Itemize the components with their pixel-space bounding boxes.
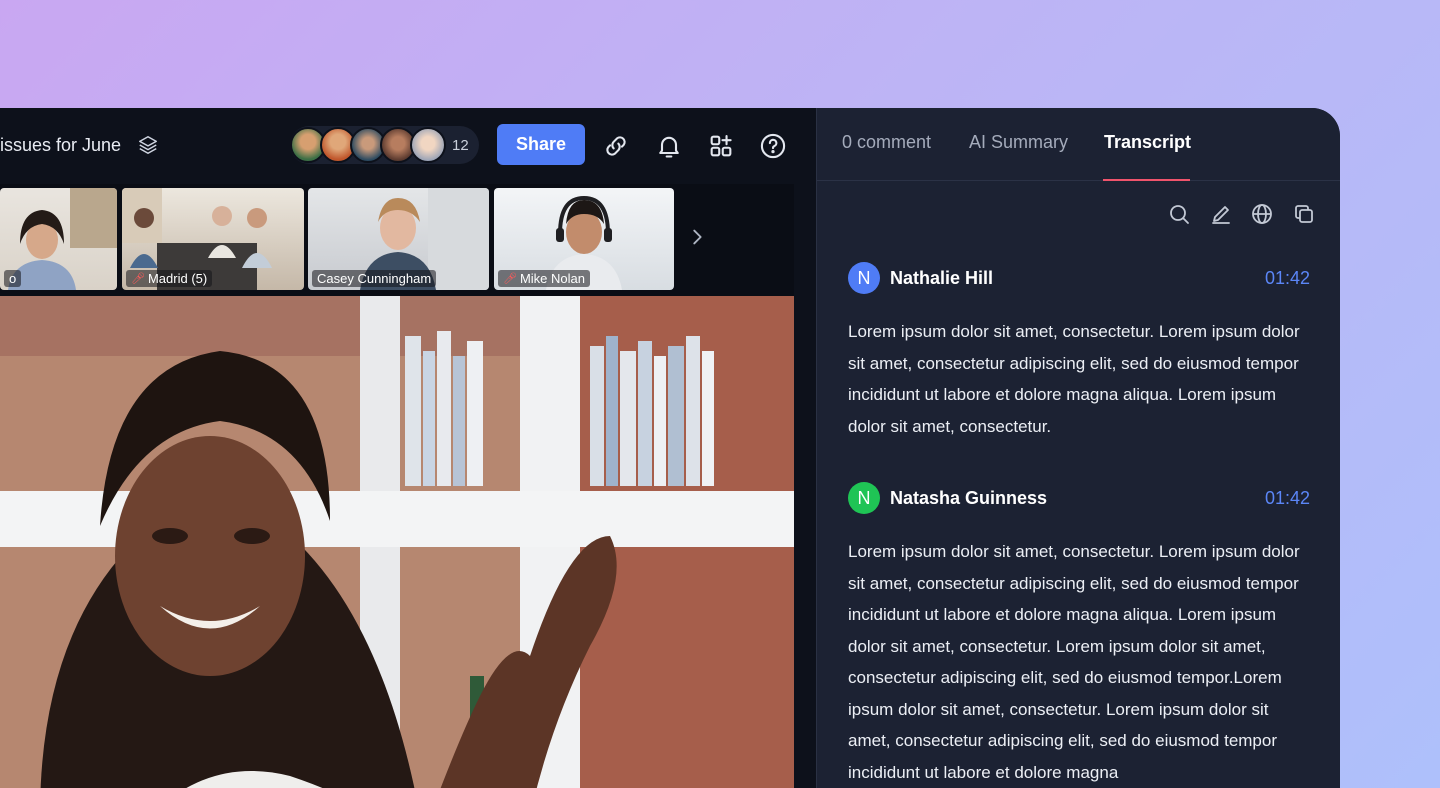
participant-tile[interactable]: 🎤︎ Madrid (5): [122, 188, 304, 290]
help-icon[interactable]: [759, 132, 787, 160]
bell-icon[interactable]: [655, 132, 683, 160]
search-icon[interactable]: [1167, 202, 1191, 226]
main-speaker-video: [0, 296, 794, 788]
active-tab-indicator: [1103, 179, 1190, 181]
mic-off-icon: 🎤︎: [131, 273, 145, 285]
participant-tile[interactable]: Casey Cunningham: [308, 188, 489, 290]
speaker-avatar: N: [848, 262, 880, 294]
meeting-title-group: issues for June: [0, 134, 159, 156]
transcript-entry: N Natasha Guinness 01:42 Lorem ipsum dol…: [848, 482, 1310, 788]
participant-count[interactable]: 12: [452, 137, 469, 154]
meeting-window: issues for June 12 Share o 🎤︎ Madrid (5)…: [0, 108, 1340, 788]
participants-stack[interactable]: 12: [290, 126, 479, 164]
video-pane: issues for June 12 Share o 🎤︎ Madrid (5)…: [0, 108, 816, 788]
share-button[interactable]: Share: [497, 124, 585, 165]
participant-name-label: 🎤︎ Mike Nolan: [498, 270, 590, 287]
chevron-right-icon[interactable]: [686, 226, 708, 248]
meeting-toolbar: issues for June 12 Share: [0, 108, 816, 184]
transcript-text: Lorem ipsum dolor sit amet, consectetur.…: [848, 322, 1300, 436]
globe-icon[interactable]: [1250, 202, 1274, 226]
participant-tile[interactable]: o: [0, 188, 117, 290]
apps-add-icon[interactable]: [707, 132, 735, 160]
layers-icon[interactable]: [137, 134, 159, 156]
speaker-name: Nathalie Hill: [890, 267, 994, 288]
avatar[interactable]: [410, 127, 446, 163]
tab-transcript[interactable]: Transcript: [1104, 132, 1191, 153]
transcript-entry-header: N Nathalie Hill 01:42: [848, 262, 1310, 294]
tab-comments[interactable]: 0 comment: [842, 132, 931, 153]
link-icon[interactable]: [602, 132, 630, 160]
participant-strip: o 🎤︎ Madrid (5) Casey Cunningham 🎤︎ Mike…: [0, 184, 794, 296]
tab-ai-summary[interactable]: AI Summary: [969, 132, 1068, 153]
mic-off-icon: 🎤︎: [503, 273, 517, 285]
speaker-name: Natasha Guinness: [890, 487, 1048, 508]
speaker-avatar: N: [848, 482, 880, 514]
transcript-text: Lorem ipsum dolor sit amet, consectetur.…: [848, 542, 1300, 782]
participant-name-label: o: [4, 270, 22, 287]
speaker-video-frame: [0, 296, 794, 788]
timestamp-link[interactable]: 01:42: [1265, 268, 1310, 289]
timestamp-link[interactable]: 01:42: [1265, 488, 1310, 509]
copy-icon[interactable]: [1292, 202, 1316, 226]
transcript-entry-header: N Natasha Guinness 01:42: [848, 482, 1310, 514]
side-panel: 0 comment AI Summary Transcript N Nathal…: [816, 108, 1340, 788]
participant-tile[interactable]: 🎤︎ Mike Nolan: [494, 188, 674, 290]
panel-tabs: 0 comment AI Summary Transcript: [817, 108, 1340, 181]
participant-name-label: 🎤︎ Madrid (5): [126, 270, 213, 287]
transcript-entry: N Nathalie Hill 01:42 Lorem ipsum dolor …: [848, 262, 1310, 442]
meeting-title: issues for June: [0, 134, 122, 155]
edit-icon[interactable]: [1209, 202, 1233, 226]
participant-name-label: Casey Cunningham: [312, 270, 437, 287]
